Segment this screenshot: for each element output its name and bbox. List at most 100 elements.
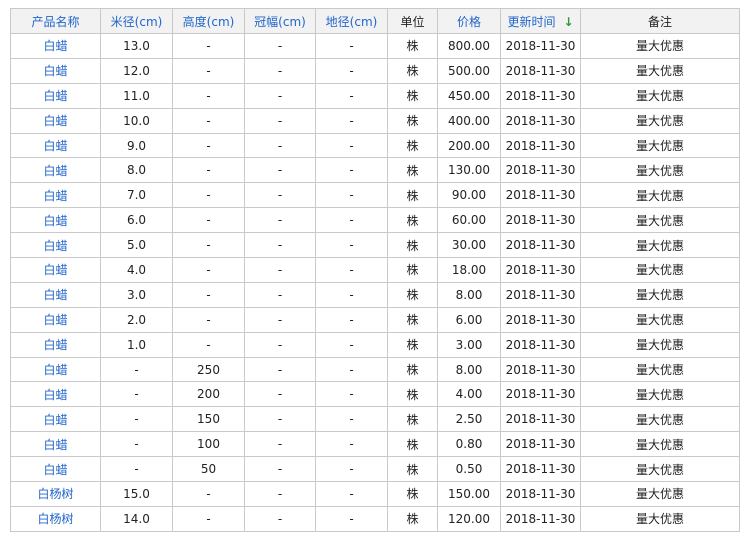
product-name-cell: 白蜡 <box>10 331 101 358</box>
product-name-link[interactable]: 白蜡 <box>43 338 67 352</box>
column-header-height[interactable]: 高度(cm) <box>172 8 245 34</box>
price-cell: 30.00 <box>437 232 501 259</box>
table-row: 白蜡 6.0- - - 株 60.00 2018-11-30 量大优惠 <box>10 207 740 234</box>
table-row: 白蜡 1.0- - - 株 3.00 2018-11-30 量大优惠 <box>10 331 740 358</box>
price-cell: 8.00 <box>437 356 501 383</box>
unit-cell: 株 <box>387 456 438 483</box>
crown-cell: - <box>244 356 316 383</box>
product-name-link[interactable]: 白蜡 <box>43 214 67 228</box>
ground-diameter-cell: - <box>315 33 388 59</box>
price-cell: 8.00 <box>437 281 501 308</box>
product-name-link[interactable]: 白蜡 <box>43 64 67 78</box>
updated-cell: 2018-11-30 <box>500 33 581 59</box>
table-row: 白蜡 12.0- - - 株 500.00 2018-11-30 量大优惠 <box>10 57 740 84</box>
product-name-link[interactable]: 白蜡 <box>43 438 67 452</box>
ground-diameter-cell: - <box>315 306 388 333</box>
height-cell: - <box>172 107 245 134</box>
product-name-link[interactable]: 白蜡 <box>43 388 67 402</box>
product-name-link[interactable]: 白蜡 <box>43 164 67 178</box>
updated-cell: 2018-11-30 <box>500 481 581 507</box>
crown-cell: - <box>244 232 316 259</box>
diameter-cell: 4.0 <box>100 257 173 283</box>
crown-cell: - <box>244 157 316 184</box>
price-cell: 4.00 <box>437 381 501 408</box>
updated-cell: 2018-11-30 <box>500 406 581 433</box>
crown-cell: - <box>244 431 316 458</box>
height-cell: - <box>172 182 245 209</box>
product-name-link[interactable]: 白蜡 <box>43 463 67 477</box>
price-cell: 90.00 <box>437 182 501 209</box>
column-header-diameter[interactable]: 米径(cm) <box>100 8 173 34</box>
diameter-cell: - <box>100 456 173 483</box>
column-header-label: 冠幅(cm) <box>254 14 306 29</box>
column-header-product-name[interactable]: 产品名称 <box>10 8 101 34</box>
price-cell: 120.00 <box>437 505 501 532</box>
height-cell: 50 <box>172 456 245 483</box>
remarks-cell: 量大优惠 <box>580 331 740 358</box>
column-header-ground-diameter[interactable]: 地径(cm) <box>315 8 388 34</box>
updated-cell: 2018-11-30 <box>500 57 581 84</box>
column-header-label: 备注 <box>647 14 672 29</box>
product-name-link[interactable]: 白蜡 <box>43 39 67 53</box>
diameter-cell: 5.0 <box>100 232 173 259</box>
table-row: 白蜡 13.0- - - 株 800.00 2018-11-30 量大优惠 <box>10 33 740 59</box>
remarks-cell: 量大优惠 <box>580 381 740 408</box>
product-name-link[interactable]: 白蜡 <box>43 288 67 302</box>
crown-cell: - <box>244 57 316 84</box>
product-name-link[interactable]: 白蜡 <box>43 114 67 128</box>
product-name-link[interactable]: 白蜡 <box>43 363 67 377</box>
arrow-down-icon[interactable]: ↓ <box>563 15 573 29</box>
column-header-label: 更新时间 <box>507 14 556 29</box>
unit-cell: 株 <box>387 406 438 433</box>
crown-cell: - <box>244 107 316 134</box>
product-name-link[interactable]: 白杨树 <box>37 512 73 526</box>
table-row: 白蜡 -250- - 株 8.00 2018-11-30 量大优惠 <box>10 356 740 383</box>
product-name-link[interactable]: 白蜡 <box>43 263 67 277</box>
price-cell: 200.00 <box>437 132 501 159</box>
product-name-link[interactable]: 白蜡 <box>43 139 67 153</box>
product-name-link[interactable]: 白蜡 <box>43 189 67 203</box>
height-cell: - <box>172 232 245 259</box>
updated-cell: 2018-11-30 <box>500 182 581 209</box>
remarks-cell: 量大优惠 <box>580 157 740 184</box>
diameter-cell: 7.0 <box>100 182 173 209</box>
unit-cell: 株 <box>387 381 438 408</box>
column-header-price[interactable]: 价格 <box>437 8 501 34</box>
diameter-cell: 15.0 <box>100 481 173 507</box>
column-header-crown[interactable]: 冠幅(cm) <box>244 8 316 34</box>
ground-diameter-cell: - <box>315 257 388 283</box>
unit-cell: 株 <box>387 481 438 507</box>
remarks-cell: 量大优惠 <box>580 107 740 134</box>
height-cell: - <box>172 207 245 234</box>
height-cell: - <box>172 82 245 109</box>
remarks-cell: 量大优惠 <box>580 356 740 383</box>
table-row: 白蜡 -100- - 株 0.80 2018-11-30 量大优惠 <box>10 431 740 458</box>
product-name-link[interactable]: 白杨树 <box>37 487 73 501</box>
table-row: 白蜡 3.0- - - 株 8.00 2018-11-30 量大优惠 <box>10 281 740 308</box>
price-cell: 400.00 <box>437 107 501 134</box>
table-row: 白蜡 4.0- - - 株 18.00 2018-11-30 量大优惠 <box>10 257 740 283</box>
unit-cell: 株 <box>387 82 438 109</box>
unit-cell: 株 <box>387 281 438 308</box>
crown-cell: - <box>244 481 316 507</box>
diameter-cell: 12.0 <box>100 57 173 84</box>
ground-diameter-cell: - <box>315 281 388 308</box>
unit-cell: 株 <box>387 33 438 59</box>
product-name-link[interactable]: 白蜡 <box>43 239 67 253</box>
product-name-link[interactable]: 白蜡 <box>43 313 67 327</box>
updated-cell: 2018-11-30 <box>500 207 581 234</box>
column-header-updated[interactable]: 更新时间 ↓ <box>500 8 581 34</box>
ground-diameter-cell: - <box>315 132 388 159</box>
remarks-cell: 量大优惠 <box>580 132 740 159</box>
product-name-link[interactable]: 白蜡 <box>43 89 67 103</box>
crown-cell: - <box>244 132 316 159</box>
product-name-link[interactable]: 白蜡 <box>43 413 67 427</box>
diameter-cell: 14.0 <box>100 505 173 532</box>
column-header-label: 高度(cm) <box>182 14 235 29</box>
product-name-cell: 白蜡 <box>10 406 101 433</box>
price-cell: 130.00 <box>437 157 501 184</box>
remarks-cell: 量大优惠 <box>580 232 740 259</box>
remarks-cell: 量大优惠 <box>580 82 740 109</box>
diameter-cell: 11.0 <box>100 82 173 109</box>
diameter-cell: 10.0 <box>100 107 173 134</box>
